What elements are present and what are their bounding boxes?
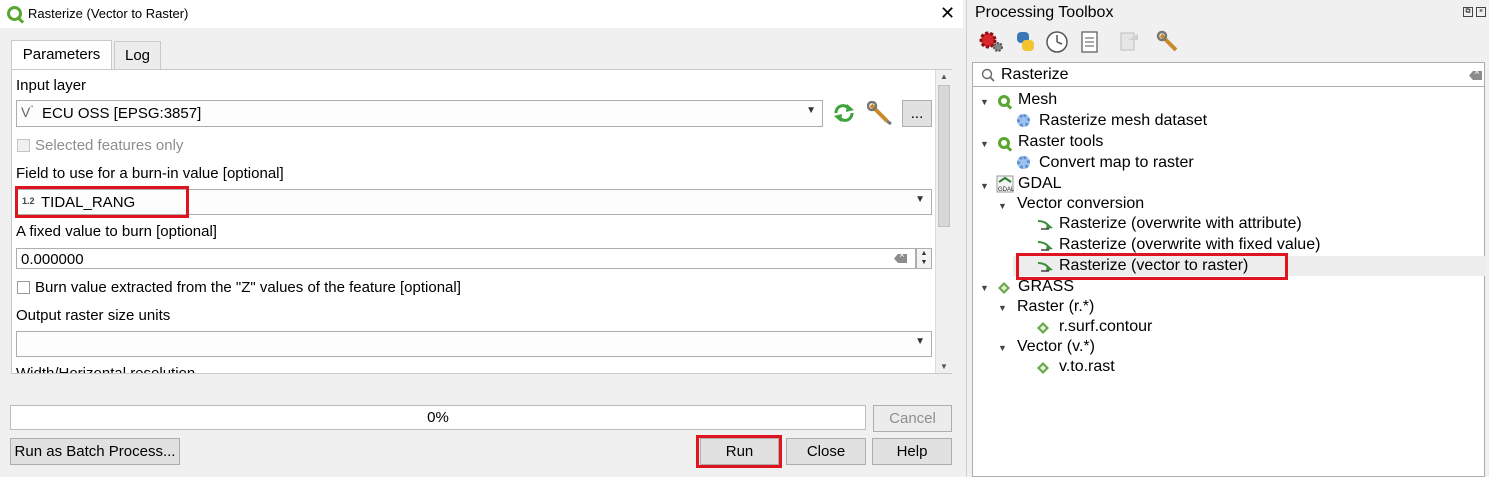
burn-z-label: Burn value extracted from the "Z" values… xyxy=(35,279,461,296)
tree-item-vector-v[interactable]: Vector (v.*) xyxy=(1017,338,1095,356)
chevron-down-icon: ▼ xyxy=(806,105,816,116)
tree-item-mesh[interactable]: Mesh xyxy=(1018,91,1057,109)
scroll-up-icon[interactable]: ▲ xyxy=(940,72,948,81)
chevron-down-icon[interactable]: ▼ xyxy=(998,343,1007,353)
tree-item-rasterize-overwrite-attribute[interactable]: Rasterize (overwrite with attribute) xyxy=(1059,215,1302,233)
input-layer-label: Input layer xyxy=(16,77,87,94)
search-value: Rasterize xyxy=(1001,66,1069,83)
chevron-down-icon: ▼ xyxy=(915,336,925,347)
vector-layer-icon: V" xyxy=(21,104,34,120)
burn-field-label: Field to use for a burn-in value [option… xyxy=(16,165,284,182)
grass-icon xyxy=(998,282,1010,294)
models-gear-icon[interactable] xyxy=(978,30,1006,54)
qgis-logo-icon xyxy=(7,6,22,21)
grass-icon xyxy=(1037,362,1049,374)
chevron-down-icon: ▼ xyxy=(915,194,925,205)
highlight-run-button xyxy=(696,435,782,468)
qgis-icon xyxy=(998,95,1010,107)
fixed-value-input[interactable]: 0.000000 xyxy=(16,248,916,269)
toolbox-search-input[interactable]: Rasterize xyxy=(972,62,1485,87)
edit-features-icon[interactable] xyxy=(1118,30,1140,54)
burn-z-checkbox[interactable] xyxy=(17,281,30,294)
input-layer-combo[interactable]: V" ECU OSS [EPSG:3857] ▼ xyxy=(16,100,823,127)
gdal-arrow-icon xyxy=(1037,220,1053,230)
gdal-arrow-icon xyxy=(1037,241,1053,251)
clear-search-icon[interactable] xyxy=(1469,71,1482,80)
fixed-value-label: A fixed value to burn [optional] xyxy=(16,223,217,240)
fixed-value-spinner[interactable]: ▲ ▼ xyxy=(916,248,932,269)
highlight-rasterize-vector-to-raster xyxy=(1016,253,1288,280)
progress-bar: 0% xyxy=(10,405,866,430)
history-clock-icon[interactable] xyxy=(1045,30,1069,54)
selected-features-checkbox[interactable] xyxy=(17,139,30,152)
qgis-icon xyxy=(998,137,1010,149)
run-batch-button[interactable]: Run as Batch Process... xyxy=(10,438,180,465)
tab-log[interactable]: Log xyxy=(114,41,161,70)
tree-item-r-surf-contour[interactable]: r.surf.contour xyxy=(1059,318,1152,336)
scroll-thumb[interactable] xyxy=(938,85,950,227)
chevron-down-icon[interactable]: ▼ xyxy=(998,201,1007,211)
tree-item-raster-tools[interactable]: Raster tools xyxy=(1018,133,1103,151)
help-button[interactable]: Help xyxy=(872,438,952,465)
algorithm-tree: ▼ Mesh Rasterize mesh dataset ▼ Raster t… xyxy=(972,87,1485,477)
width-resolution-label: Width/Horizontal resolution xyxy=(16,365,195,373)
dialog-title: Rasterize (Vector to Raster) xyxy=(28,6,189,21)
results-document-icon[interactable] xyxy=(1080,30,1100,54)
tree-item-raster-r[interactable]: Raster (r.*) xyxy=(1017,298,1094,316)
options-wrench-icon[interactable] xyxy=(1156,30,1182,54)
selected-features-label: Selected features only xyxy=(35,137,184,154)
parameters-scrollbar[interactable]: ▲ ▼ xyxy=(935,70,952,373)
output-units-combo[interactable]: ▼ xyxy=(16,331,932,357)
python-icon[interactable] xyxy=(1014,30,1038,54)
chevron-down-icon[interactable]: ▼ xyxy=(980,97,989,107)
tree-item-v-to-rast[interactable]: v.to.rast xyxy=(1059,358,1115,376)
search-icon xyxy=(981,68,995,82)
browse-button[interactable]: ... xyxy=(902,100,932,127)
width-resolution-clip: Width/Horizontal resolution xyxy=(16,361,916,373)
grass-icon xyxy=(1037,322,1049,334)
scroll-down-icon[interactable]: ▼ xyxy=(940,362,948,371)
close-icon[interactable]: ✕ xyxy=(940,3,955,23)
close-panel-icon[interactable]: × xyxy=(1476,7,1486,17)
tree-item-grass[interactable]: GRASS xyxy=(1018,278,1074,296)
tree-item-rasterize-overwrite-fixed[interactable]: Rasterize (overwrite with fixed value) xyxy=(1059,236,1320,254)
chevron-down-icon[interactable]: ▼ xyxy=(998,303,1007,313)
clear-icon[interactable] xyxy=(894,254,907,263)
iterate-icon[interactable] xyxy=(832,103,856,123)
chevron-down-icon[interactable]: ▼ xyxy=(980,283,989,293)
output-units-label: Output raster size units xyxy=(16,307,171,324)
toolbox-title: Processing Toolbox xyxy=(975,4,1114,21)
chevron-down-icon[interactable]: ▼ xyxy=(980,181,989,191)
tree-item-convert-map-to-raster[interactable]: Convert map to raster xyxy=(1039,154,1194,172)
gear-icon xyxy=(1017,114,1030,127)
gear-icon xyxy=(1017,156,1030,169)
tree-item-vector-conversion[interactable]: Vector conversion xyxy=(1017,195,1144,213)
dialog-titlebar: Rasterize (Vector to Raster) ✕ xyxy=(0,0,963,28)
wrench-icon[interactable] xyxy=(867,101,893,125)
processing-toolbox: Processing Toolbox ⧉ × Rasterize × ▼ Mes… xyxy=(966,0,1489,477)
highlight-burn-field xyxy=(15,186,189,218)
svg-text:GDAL: GDAL xyxy=(998,187,1014,193)
tree-item-rasterize-mesh-dataset[interactable]: Rasterize mesh dataset xyxy=(1039,112,1207,130)
rasterize-dialog: Rasterize (Vector to Raster) ✕ Parameter… xyxy=(0,0,963,477)
chevron-down-icon[interactable]: ▼ xyxy=(980,139,989,149)
tab-parameters[interactable]: Parameters xyxy=(11,40,112,70)
fixed-value-text: 0.000000 xyxy=(21,251,84,268)
close-button[interactable]: Close xyxy=(786,438,866,465)
input-layer-value: ECU OSS [EPSG:3857] xyxy=(42,105,202,122)
gdal-icon: GDAL xyxy=(996,175,1014,193)
cancel-button[interactable]: Cancel xyxy=(873,405,952,432)
float-icon[interactable]: ⧉ xyxy=(1463,7,1473,17)
tree-item-gdal[interactable]: GDAL xyxy=(1018,175,1062,193)
